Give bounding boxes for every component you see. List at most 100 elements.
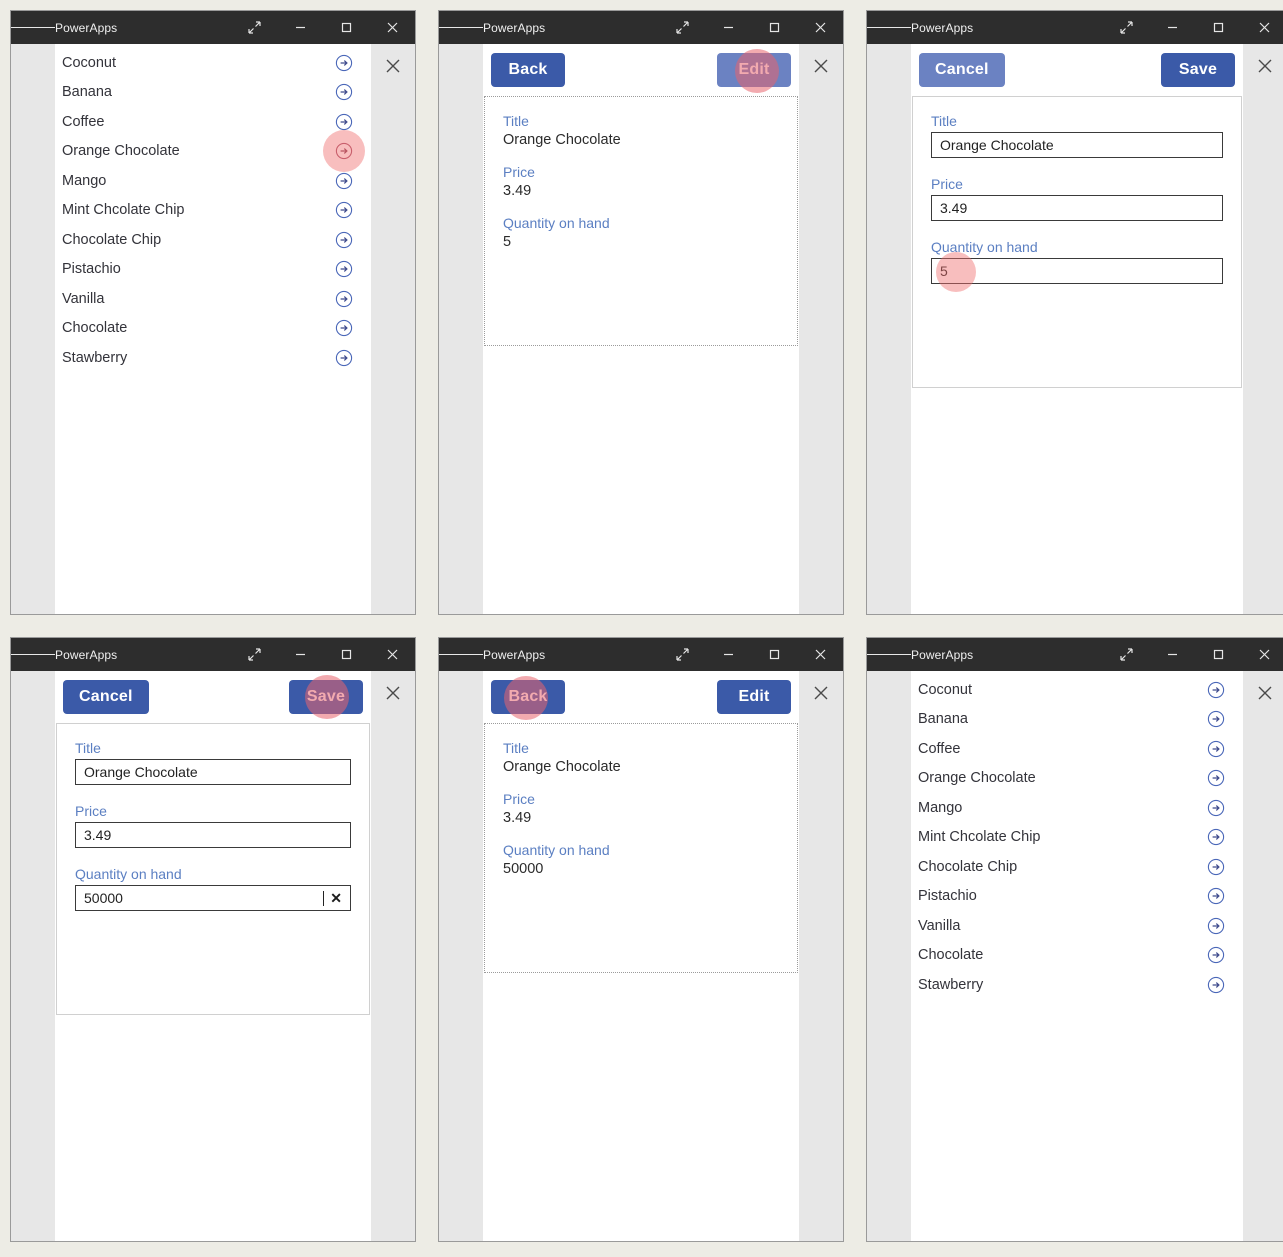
chevron-circle-right-icon[interactable] xyxy=(1207,976,1225,994)
list-item[interactable]: Vanilla xyxy=(55,284,371,314)
minimize-icon[interactable] xyxy=(1149,638,1195,671)
chevron-circle-right-icon[interactable] xyxy=(335,290,353,308)
hamburger-menu-icon[interactable] xyxy=(439,25,484,30)
expand-icon[interactable] xyxy=(231,638,277,671)
chevron-circle-right-icon[interactable] xyxy=(1207,887,1225,905)
chevron-circle-right-icon[interactable] xyxy=(1207,799,1225,817)
list-item[interactable]: Chocolate Chip xyxy=(911,852,1243,882)
minimize-icon[interactable] xyxy=(277,638,323,671)
chevron-circle-right-icon[interactable] xyxy=(1207,769,1225,787)
close-icon[interactable] xyxy=(369,638,415,671)
app-close-icon[interactable] xyxy=(1251,52,1279,80)
list-item[interactable]: Stawberry xyxy=(55,343,371,373)
price-input[interactable]: 3.49 xyxy=(75,822,351,848)
maximize-icon[interactable] xyxy=(751,11,797,44)
expand-icon[interactable] xyxy=(1103,638,1149,671)
window-panel-3: PowerApps Cancel Save Title Orange Choco… xyxy=(866,10,1283,615)
edit-button[interactable]: Edit xyxy=(717,53,791,87)
list-item[interactable]: Mint Chcolate Chip xyxy=(911,823,1243,853)
app-close-icon[interactable] xyxy=(379,52,407,80)
close-icon[interactable] xyxy=(797,11,843,44)
list-item[interactable]: Banana xyxy=(911,705,1243,735)
hamburger-menu-icon[interactable] xyxy=(439,652,484,657)
maximize-icon[interactable] xyxy=(751,638,797,671)
save-button[interactable]: Save xyxy=(1161,53,1235,87)
chevron-circle-right-icon[interactable] xyxy=(1207,917,1225,935)
field-value: 50000 xyxy=(503,861,544,877)
save-button[interactable]: Save xyxy=(289,680,363,714)
hamburger-menu-icon[interactable] xyxy=(867,652,912,657)
list-item[interactable]: Chocolate xyxy=(55,314,371,344)
close-icon[interactable] xyxy=(369,11,415,44)
expand-icon[interactable] xyxy=(659,11,705,44)
app-canvas: Back Edit Title Orange Chocolate Price 3… xyxy=(483,44,799,614)
maximize-icon[interactable] xyxy=(1195,638,1241,671)
close-icon[interactable] xyxy=(1241,638,1283,671)
expand-icon[interactable] xyxy=(659,638,705,671)
hamburger-menu-icon[interactable] xyxy=(11,652,56,657)
list-item[interactable]: Pistachio xyxy=(911,882,1243,912)
chevron-circle-right-icon[interactable] xyxy=(335,349,353,367)
list-item[interactable]: Vanilla xyxy=(911,911,1243,941)
cancel-button[interactable]: Cancel xyxy=(63,680,149,714)
chevron-circle-right-icon[interactable] xyxy=(335,142,353,160)
list-item[interactable]: Coffee xyxy=(55,107,371,137)
back-button[interactable]: Back xyxy=(491,680,565,714)
list-item[interactable]: Stawberry xyxy=(911,970,1243,1000)
cancel-button[interactable]: Cancel xyxy=(919,53,1005,87)
list-item[interactable]: Mango xyxy=(55,166,371,196)
list-item[interactable]: Chocolate xyxy=(911,941,1243,971)
chevron-circle-right-icon[interactable] xyxy=(335,319,353,337)
clear-x-icon[interactable]: ✕ xyxy=(324,890,342,907)
chevron-circle-right-icon[interactable] xyxy=(1207,681,1225,699)
list-item[interactable]: Orange Chocolate xyxy=(911,764,1243,794)
chevron-circle-right-icon[interactable] xyxy=(335,113,353,131)
close-icon[interactable] xyxy=(1241,11,1283,44)
chevron-circle-right-icon[interactable] xyxy=(335,231,353,249)
title-input[interactable]: Orange Chocolate xyxy=(75,759,351,785)
quantity-input[interactable]: 50000 ✕ xyxy=(75,885,351,911)
minimize-icon[interactable] xyxy=(1149,11,1195,44)
edit-button[interactable]: Edit xyxy=(717,680,791,714)
hamburger-menu-icon[interactable] xyxy=(867,25,912,30)
chevron-circle-right-icon[interactable] xyxy=(1207,740,1225,758)
chevron-circle-right-icon[interactable] xyxy=(335,172,353,190)
list-item[interactable]: Coffee xyxy=(911,734,1243,764)
expand-icon[interactable] xyxy=(1103,11,1149,44)
minimize-icon[interactable] xyxy=(705,638,751,671)
list-item[interactable]: Mint Chcolate Chip xyxy=(55,196,371,226)
maximize-icon[interactable] xyxy=(323,11,369,44)
list-item[interactable]: Chocolate Chip xyxy=(55,225,371,255)
app-close-icon[interactable] xyxy=(807,679,835,707)
minimize-icon[interactable] xyxy=(277,11,323,44)
close-icon[interactable] xyxy=(797,638,843,671)
title-input[interactable]: Orange Chocolate xyxy=(931,132,1223,158)
list-item-selected[interactable]: Orange Chocolate xyxy=(55,129,371,172)
maximize-icon[interactable] xyxy=(1195,11,1241,44)
price-input[interactable]: 3.49 xyxy=(931,195,1223,221)
list-item[interactable]: Coconut xyxy=(911,675,1243,705)
quantity-input[interactable]: 5 xyxy=(931,258,1223,284)
maximize-icon[interactable] xyxy=(323,638,369,671)
chevron-circle-right-icon[interactable] xyxy=(335,260,353,278)
app-close-icon[interactable] xyxy=(379,679,407,707)
list-item[interactable]: Mango xyxy=(911,793,1243,823)
app-close-icon[interactable] xyxy=(1251,679,1279,707)
chevron-circle-right-icon[interactable] xyxy=(1207,858,1225,876)
chevron-circle-right-icon[interactable] xyxy=(335,201,353,219)
list-item[interactable]: Banana xyxy=(55,78,371,108)
field-label: Title xyxy=(503,113,529,129)
chevron-circle-right-icon[interactable] xyxy=(1207,828,1225,846)
chevron-circle-right-icon[interactable] xyxy=(335,54,353,72)
list-item[interactable]: Pistachio xyxy=(55,255,371,285)
back-button[interactable]: Back xyxy=(491,53,565,87)
list-item[interactable]: Coconut xyxy=(55,48,371,78)
chevron-circle-right-icon[interactable] xyxy=(1207,946,1225,964)
chevron-circle-right-icon[interactable] xyxy=(1207,710,1225,728)
app-close-icon[interactable] xyxy=(807,52,835,80)
expand-icon[interactable] xyxy=(231,11,277,44)
field-label: Title xyxy=(931,113,957,129)
hamburger-menu-icon[interactable] xyxy=(11,25,56,30)
minimize-icon[interactable] xyxy=(705,11,751,44)
chevron-circle-right-icon[interactable] xyxy=(335,83,353,101)
